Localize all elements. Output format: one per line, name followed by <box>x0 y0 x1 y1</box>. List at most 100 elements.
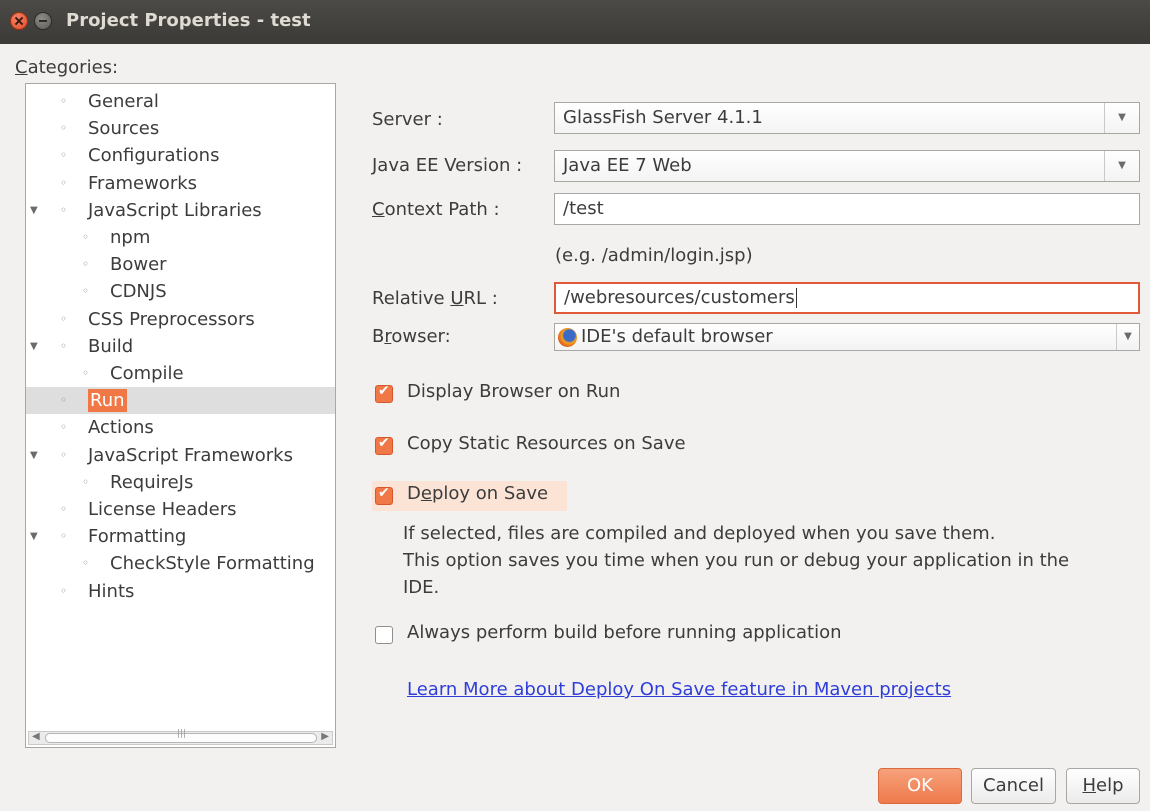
bullet-icon: ◦ <box>60 175 68 190</box>
tree-item-cdnjs[interactable]: ◦ CDNJS <box>26 278 335 305</box>
context-path-hint: (e.g. /admin/login.jsp) <box>555 245 753 266</box>
context-path-label: Context Path : <box>372 199 500 220</box>
display-browser-checkbox[interactable] <box>375 383 393 403</box>
tree-item-hints[interactable]: ◦ Hints <box>26 578 335 605</box>
bullet-icon: ◦ <box>60 311 68 326</box>
javaee-version-select[interactable]: Java EE 7 Web ▼ <box>554 150 1140 182</box>
categories-tree[interactable]: ◦ General ◦ Sources ◦ Configurations ◦ Framewor… <box>25 83 336 748</box>
tree-item-npm[interactable]: ◦ npm <box>26 224 335 251</box>
description-line: If selected, files are compiled and depl… <box>403 523 996 544</box>
bullet-icon: ◦ <box>82 474 90 489</box>
bullet-icon: ◦ <box>82 366 90 380</box>
firefox-icon <box>558 328 577 347</box>
tree-item-label: Formatting <box>88 526 187 548</box>
categories-label: Categories: <box>15 57 119 78</box>
tree-item-sources[interactable]: ◦ Sources <box>26 115 335 142</box>
relative-url-input[interactable]: /webresources/customers <box>554 282 1140 314</box>
tree-item-label: npm <box>110 227 151 248</box>
scroll-right-icon[interactable]: ▶ <box>321 731 329 742</box>
tree-item-label: License Headers <box>88 499 237 520</box>
tree-item-label: Actions <box>88 417 154 439</box>
display-browser-label: Display Browser on Run <box>407 381 621 402</box>
description-line: This option saves you time when you run … <box>403 550 1070 571</box>
bullet-icon: ◦ <box>60 529 68 544</box>
bullet-icon: ◦ <box>60 121 68 136</box>
description-line: IDE. <box>403 577 440 598</box>
cancel-button[interactable]: Cancel <box>971 768 1056 804</box>
tree-item-general[interactable]: ◦ General <box>26 88 335 115</box>
expand-arrow-icon[interactable]: ▼ <box>30 442 38 469</box>
expand-arrow-icon[interactable]: ▼ <box>30 197 38 224</box>
tree-item-build[interactable]: ▼ ◦ Build <box>26 333 335 360</box>
javaee-version-value: Java EE 7 Web <box>563 155 692 176</box>
always-build-checkbox[interactable] <box>375 626 393 644</box>
tree-item-label: Frameworks <box>88 172 198 194</box>
server-select[interactable]: GlassFish Server 4.1.1 ▼ <box>554 102 1140 134</box>
javaee-version-label: Java EE Version : <box>372 155 523 176</box>
tree-item-label: JavaScript Frameworks <box>88 444 293 466</box>
tree-item-actions[interactable]: ◦ Actions <box>26 414 335 441</box>
close-icon[interactable] <box>10 12 28 30</box>
tree-item-configurations[interactable]: ◦ Configurations <box>26 142 335 169</box>
expand-arrow-icon[interactable]: ▼ <box>30 523 38 550</box>
tree-item-css-preprocessors[interactable]: ◦ CSS Preprocessors <box>26 306 335 333</box>
context-path-input[interactable]: /test <box>554 193 1140 225</box>
bullet-icon: ◦ <box>60 393 68 408</box>
copy-static-label: Copy Static Resources on Save <box>407 433 686 454</box>
deploy-on-save-description: If selected, files are compiled and depl… <box>403 520 1133 601</box>
tree-item-label: Hints <box>88 580 135 602</box>
bullet-icon: ◦ <box>82 230 90 244</box>
deploy-on-save-checkbox[interactable] <box>375 485 393 505</box>
text-caret <box>795 288 797 308</box>
tree-item-label: JavaScript Libraries <box>88 199 262 221</box>
deploy-on-save-label: Deploy on Save <box>407 483 549 504</box>
ok-button[interactable]: OK <box>878 768 962 804</box>
help-button[interactable]: Help <box>1066 768 1140 804</box>
bullet-icon: ◦ <box>60 148 68 163</box>
expand-arrow-icon[interactable]: ▼ <box>30 333 38 360</box>
deploy-on-save-option[interactable]: Deploy on Save <box>372 481 567 511</box>
tree-item-checkstyle-formatting[interactable]: ◦ CheckStyle Formatting <box>26 550 335 577</box>
tree-item-requirejs[interactable]: ◦ RequireJs <box>26 469 335 496</box>
tree-item-formatting[interactable]: ▼ ◦ Formatting <box>26 523 335 550</box>
minimize-icon[interactable] <box>34 12 52 30</box>
browser-label: Browser: <box>372 326 451 347</box>
relative-url-value: /webresources/customers <box>564 287 795 308</box>
tree-item-label: Bower <box>110 254 167 276</box>
bullet-icon: ◦ <box>82 556 90 571</box>
tree-item-run[interactable]: ◦ Run <box>26 387 335 415</box>
scroll-grip-icon: ||| <box>177 729 187 739</box>
bullet-icon: ◦ <box>60 94 68 108</box>
chevron-down-icon[interactable]: ▼ <box>1104 151 1139 181</box>
bullet-icon: ◦ <box>60 447 68 462</box>
copy-static-checkbox[interactable] <box>375 435 393 455</box>
tree-item-javascript-libraries[interactable]: ▼ ◦ JavaScript Libraries <box>26 197 335 224</box>
browser-select[interactable]: IDE's default browser ▼ <box>554 323 1140 351</box>
relative-url-label: Relative URL : <box>372 288 498 309</box>
tree-item-label: CSS Preprocessors <box>88 308 255 330</box>
always-build-label: Always perform build before running appl… <box>407 622 842 643</box>
server-select-value: GlassFish Server 4.1.1 <box>563 107 763 128</box>
tree-item-javascript-frameworks[interactable]: ▼ ◦ JavaScript Frameworks <box>26 442 335 469</box>
tree-item-compile[interactable]: ◦ Compile <box>26 360 335 387</box>
horizontal-scrollbar[interactable]: ◀ ||| ▶ <box>28 729 333 745</box>
tree-item-label: Configurations <box>88 145 220 167</box>
tree-item-label: RequireJs <box>110 471 194 493</box>
tree-item-label: CheckStyle Formatting <box>110 553 315 575</box>
tree-item-bower[interactable]: ◦ Bower <box>26 251 335 278</box>
chevron-down-icon[interactable]: ▼ <box>1116 324 1139 350</box>
window-title: Project Properties - test <box>66 10 311 31</box>
chevron-down-icon[interactable]: ▼ <box>1104 103 1139 133</box>
tree-item-label: CDNJS <box>110 281 167 303</box>
scroll-left-icon[interactable]: ◀ <box>32 731 40 742</box>
title-bar: Project Properties - test <box>0 0 1150 44</box>
bullet-icon: ◦ <box>60 420 68 435</box>
bullet-icon: ◦ <box>60 502 68 516</box>
learn-more-link[interactable]: Learn More about Deploy On Save feature … <box>407 679 951 700</box>
browser-select-value: IDE's default browser <box>581 326 773 347</box>
bullet-icon: ◦ <box>60 338 68 353</box>
tree-item-license-headers[interactable]: ◦ License Headers <box>26 496 335 523</box>
bullet-icon: ◦ <box>82 284 90 299</box>
tree-item-label: General <box>88 91 159 112</box>
tree-item-frameworks[interactable]: ◦ Frameworks <box>26 170 335 197</box>
